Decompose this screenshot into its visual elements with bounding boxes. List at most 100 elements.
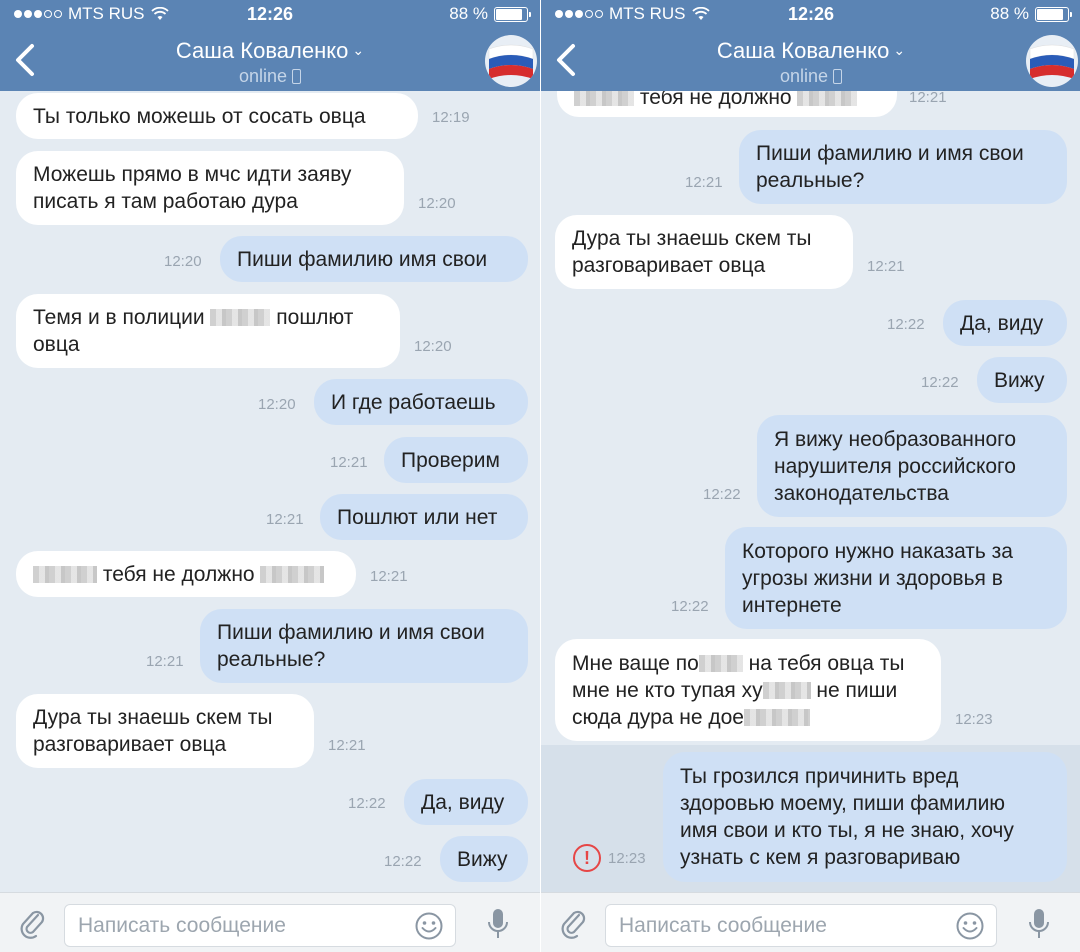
message-text: Да, виду	[421, 790, 505, 814]
message-bubble[interactable]: тебя не должно	[557, 91, 897, 117]
message-text: Которого нужно наказать за угрозы жизни …	[742, 539, 1013, 617]
message-text: Пиши фамилию и имя свои реальные?	[756, 142, 1024, 192]
message-bubble[interactable]: И где работаешь	[314, 379, 528, 425]
message-bubble[interactable]: Ты только можешь от сосать овца	[16, 93, 418, 139]
message-text: И где работаешь	[331, 390, 496, 414]
message-bubble[interactable]: Темя и в полиции пошлют овца	[16, 294, 400, 368]
battery-percent: 88 %	[449, 4, 488, 23]
chat-screen-right: MTS RUS 12:26 88 % Саша Коваленко ⌄ onlin…	[540, 0, 1080, 952]
message-time: 12:20	[414, 338, 452, 355]
microphone-icon[interactable]	[1027, 907, 1051, 941]
message-bubble[interactable]: Можешь прямо в мчс идти заяву писать я т…	[16, 151, 404, 225]
avatar[interactable]	[485, 35, 537, 87]
status-bar: MTS RUS 12:26 88 %	[541, 0, 1080, 28]
emoji-icon[interactable]	[414, 911, 444, 941]
message-time: 12:21	[370, 568, 408, 585]
battery-fill	[1037, 8, 1063, 20]
chevron-down-icon: ⌄	[893, 42, 906, 58]
russian-flag-avatar-icon	[1026, 35, 1078, 87]
message-text: Вижу	[457, 847, 508, 871]
message-text: Вижу	[994, 368, 1045, 392]
message-bubble[interactable]: Пошлют или нет	[320, 494, 528, 540]
message-time: 12:23	[608, 850, 646, 867]
message-input-placeholder: Написать сообщение	[78, 914, 286, 937]
message-bubble[interactable]: Которого нужно наказать за угрозы жизни …	[725, 527, 1067, 629]
mobile-phone-icon	[292, 69, 302, 84]
message-composer: Написать сообщение	[0, 892, 540, 952]
message-bubble[interactable]: Вижу	[977, 357, 1067, 403]
message-list[interactable]: тебя не должно 12:21 Пиши фамилию и имя …	[541, 91, 1080, 892]
message-bubble[interactable]: тебя не должно	[16, 551, 356, 597]
message-time: 12:20	[164, 253, 202, 270]
message-bubble[interactable]: Я вижу необразованного нарушителя россий…	[757, 415, 1067, 517]
message-text: Пошлют или нет	[337, 505, 498, 529]
message-time: 12:20	[258, 396, 296, 413]
screenshot-collage: MTS RUS 12:26 88 % Саша Коваленко ⌄ onlin…	[0, 0, 1080, 952]
message-time: 12:23	[955, 711, 993, 728]
message-bubble[interactable]: Вижу	[440, 836, 528, 882]
message-bubble[interactable]: Да, виду	[404, 779, 528, 825]
message-time: 12:21	[146, 653, 184, 670]
censored-word	[574, 91, 634, 106]
message-time: 12:21	[685, 174, 723, 191]
chat-header: MTS RUS 12:26 88 % Саша Коваленко ⌄ onlin…	[0, 0, 540, 91]
message-composer: Написать сообщение	[541, 892, 1080, 952]
message-bubble[interactable]: Да, виду	[943, 300, 1067, 346]
message-text: тебя не должно	[33, 561, 325, 588]
message-text: Мне ваще по на тебя овца ты мне не кто т…	[572, 651, 905, 729]
paperclip-icon[interactable]	[18, 907, 48, 941]
message-time: 12:22	[921, 374, 959, 391]
message-list[interactable]: Ты только можешь от сосать овца 12:19 Мо…	[0, 91, 540, 892]
message-time: 12:20	[418, 195, 456, 212]
chat-screen-left: MTS RUS 12:26 88 % Саша Коваленко ⌄ onlin…	[0, 0, 540, 952]
message-time: 12:22	[887, 316, 925, 333]
censored-word	[762, 681, 811, 699]
status-bar: MTS RUS 12:26 88 %	[0, 0, 540, 28]
message-text: Дура ты знаешь скем ты разговаривает овц…	[33, 706, 273, 756]
contact-info[interactable]: Саша Коваленко ⌄ online	[0, 38, 540, 87]
message-input[interactable]: Написать сообщение	[605, 904, 997, 947]
message-text: Можешь прямо в мчс идти заяву писать я т…	[33, 163, 352, 213]
message-time: 12:22	[703, 486, 741, 503]
message-input[interactable]: Написать сообщение	[64, 904, 456, 947]
contact-info[interactable]: Саша Коваленко ⌄ online	[541, 38, 1080, 87]
censored-word	[744, 708, 810, 726]
paperclip-icon[interactable]	[559, 907, 589, 941]
battery-fill	[496, 8, 522, 20]
message-bubble[interactable]: Дура ты знаешь скем ты разговаривает овц…	[555, 215, 853, 289]
message-text: Я вижу необразованного нарушителя россий…	[774, 427, 1017, 505]
message-bubble[interactable]: Пиши фамилию имя свои	[220, 236, 528, 282]
message-bubble[interactable]: Дура ты знаешь скем ты разговаривает овц…	[16, 694, 314, 768]
microphone-icon[interactable]	[486, 907, 510, 941]
censored-word	[797, 91, 858, 106]
battery-percent: 88 %	[990, 4, 1029, 23]
message-bubble[interactable]: Пиши фамилию и имя свои реальные?	[739, 130, 1067, 204]
message-text: Да, виду	[960, 311, 1044, 335]
message-time: 12:22	[671, 598, 709, 615]
message-bubble[interactable]: Ты грозился причинить вред здоровью моем…	[663, 752, 1067, 882]
message-text: тебя не должно	[574, 91, 858, 111]
message-time: 12:21	[867, 258, 905, 275]
contact-name: Саша Коваленко	[716, 38, 890, 63]
censored-word	[210, 309, 271, 326]
message-bubble[interactable]: Мне ваще по на тебя овца ты мне не кто т…	[555, 639, 941, 741]
message-time: 12:21	[330, 454, 368, 471]
censored-word	[698, 654, 743, 672]
avatar[interactable]	[1026, 35, 1078, 87]
message-time: 12:21	[266, 511, 304, 528]
message-time: 12:22	[384, 853, 422, 870]
message-bubble[interactable]: Проверим	[384, 437, 528, 483]
contact-name: Саша Коваленко	[175, 38, 349, 63]
message-text: Пиши фамилию и имя свои реальные?	[217, 621, 485, 671]
contact-status: online	[779, 66, 829, 86]
contact-status: online	[238, 66, 288, 86]
censored-word	[33, 565, 97, 583]
message-time: 12:19	[432, 109, 470, 126]
message-time: 12:22	[348, 795, 386, 812]
censored-word	[260, 565, 325, 583]
send-error-icon[interactable]: !	[573, 844, 601, 872]
chat-header: MTS RUS 12:26 88 % Саша Коваленко ⌄ onlin…	[541, 0, 1080, 91]
emoji-icon[interactable]	[955, 911, 985, 941]
message-bubble[interactable]: Пиши фамилию и имя свои реальные?	[200, 609, 528, 683]
message-text: Темя и в полиции пошлют овца	[33, 306, 354, 356]
